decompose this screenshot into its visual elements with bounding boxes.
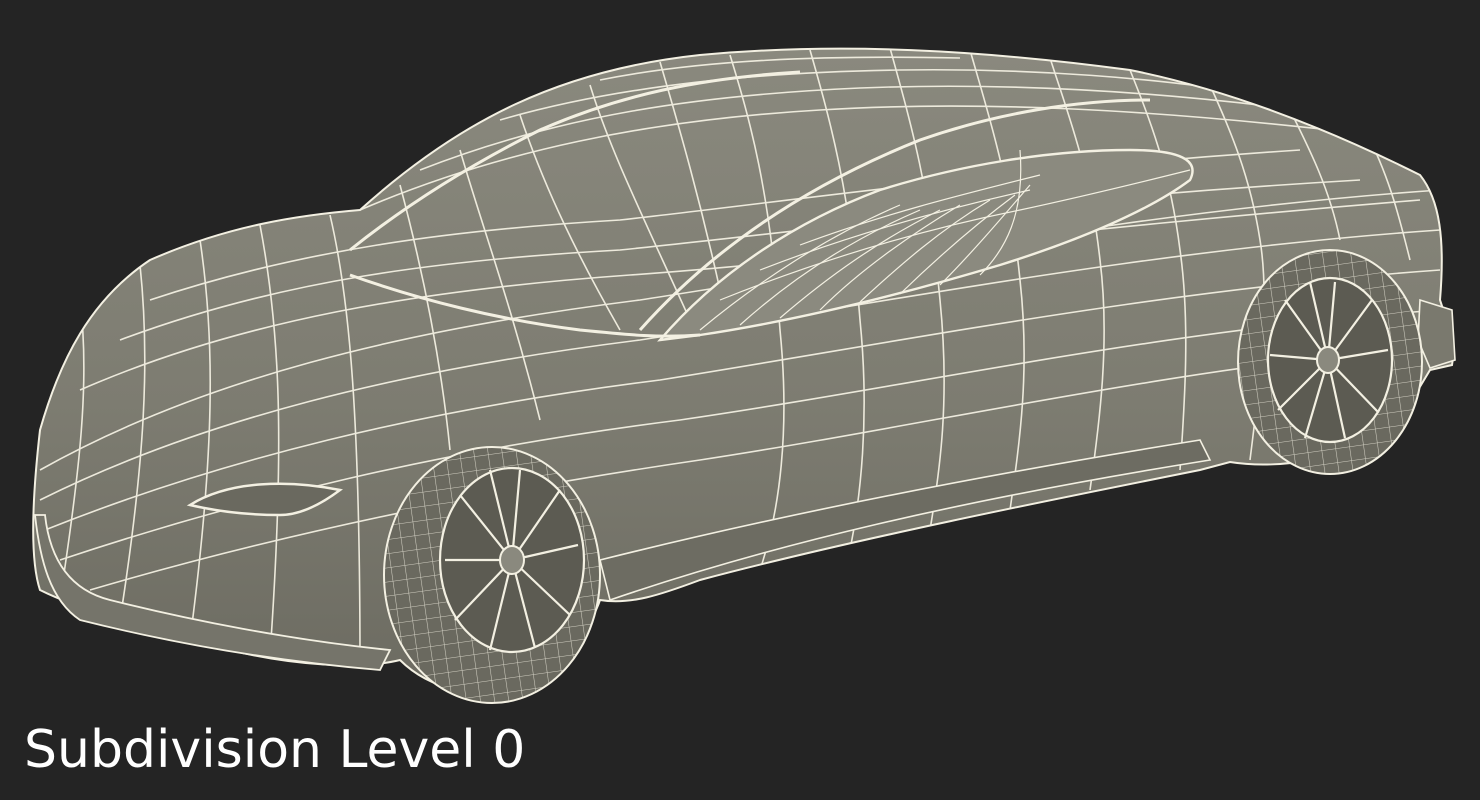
front-wheel — [383, 446, 601, 704]
car-wireframe-render — [32, 47, 1456, 704]
rear-wheel — [1237, 249, 1423, 475]
subdivision-level-caption: Subdivision Level 0 — [24, 720, 526, 780]
viewport: Subdivision Level 0 — [0, 0, 1480, 800]
